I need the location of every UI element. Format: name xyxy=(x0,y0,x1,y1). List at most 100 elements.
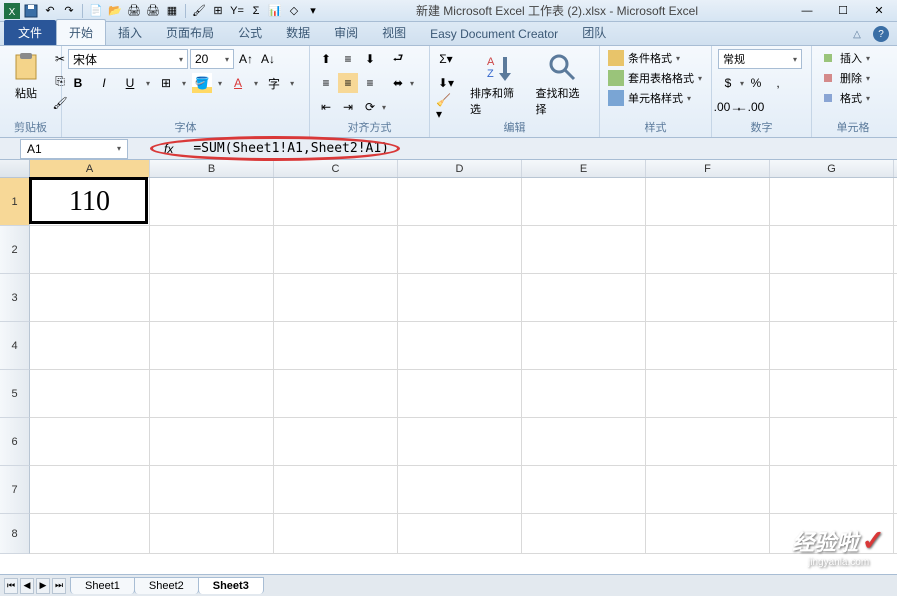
pivot-icon[interactable]: ⊞ xyxy=(210,3,226,19)
select-all-corner[interactable] xyxy=(0,160,30,177)
underline-button[interactable]: U xyxy=(120,73,140,93)
open-icon[interactable]: 📂 xyxy=(107,3,123,19)
cell-C1[interactable] xyxy=(274,178,398,225)
cell-C4[interactable] xyxy=(274,322,398,369)
font-size-select[interactable]: 20▾ xyxy=(190,49,234,69)
row-header-7[interactable]: 7 xyxy=(0,466,30,514)
minimize-ribbon-icon[interactable]: △ xyxy=(849,26,865,42)
col-header-G[interactable]: G xyxy=(770,160,894,177)
formula-input[interactable]: =SUM(Sheet1!A1,Sheet2!A1) xyxy=(185,139,897,158)
cell-D2[interactable] xyxy=(398,226,522,273)
cell-A2[interactable] xyxy=(30,226,150,273)
cell-E3[interactable] xyxy=(522,274,646,321)
more-icon[interactable]: ▾ xyxy=(305,3,321,19)
minimize-button[interactable]: — xyxy=(793,2,821,20)
align-right-icon[interactable]: ≡ xyxy=(360,73,380,93)
cell-E5[interactable] xyxy=(522,370,646,417)
merge-icon[interactable]: ⬌ xyxy=(388,73,408,93)
format-cells-button[interactable]: 格式▾ xyxy=(818,89,872,107)
cell-D1[interactable] xyxy=(398,178,522,225)
print-preview-icon[interactable]: 🖨 xyxy=(126,3,142,19)
fill-icon[interactable]: ⬇▾ xyxy=(436,73,456,93)
paste-button[interactable]: 粘贴 xyxy=(6,49,46,103)
cell-D5[interactable] xyxy=(398,370,522,417)
cell-D6[interactable] xyxy=(398,418,522,465)
cell-G5[interactable] xyxy=(770,370,894,417)
number-format-select[interactable]: 常规▾ xyxy=(718,49,802,69)
chart-icon[interactable]: 📊 xyxy=(267,3,283,19)
shapes-icon[interactable]: ◇ xyxy=(286,3,302,19)
undo-icon[interactable]: ↶ xyxy=(42,3,58,19)
decimal-dec-icon[interactable]: ←.00 xyxy=(740,97,760,117)
cell-G3[interactable] xyxy=(770,274,894,321)
name-box[interactable]: A1▾ xyxy=(20,139,128,159)
fx-icon[interactable]: fx xyxy=(158,142,179,156)
align-center-icon[interactable]: ≡ xyxy=(338,73,358,93)
cell-C3[interactable] xyxy=(274,274,398,321)
sheet-tab-sheet1[interactable]: Sheet1 xyxy=(70,577,135,594)
row-header-4[interactable]: 4 xyxy=(0,322,30,370)
table-icon[interactable]: ▦ xyxy=(164,3,180,19)
cell-style-button[interactable]: 单元格样式▾ xyxy=(606,89,693,107)
cell-A6[interactable] xyxy=(30,418,150,465)
align-left-icon[interactable]: ≡ xyxy=(316,73,336,93)
cell-F7[interactable] xyxy=(646,466,770,513)
row-header-1[interactable]: 1 xyxy=(0,178,30,226)
autosum-icon[interactable]: Σ▾ xyxy=(436,49,456,69)
cell-G4[interactable] xyxy=(770,322,894,369)
cell-F8[interactable] xyxy=(646,514,770,553)
row-header-5[interactable]: 5 xyxy=(0,370,30,418)
tab-review[interactable]: 审阅 xyxy=(322,20,370,45)
cell-D3[interactable] xyxy=(398,274,522,321)
cell-G7[interactable] xyxy=(770,466,894,513)
bold-button[interactable]: B xyxy=(68,73,88,93)
redo-icon[interactable]: ↷ xyxy=(61,3,77,19)
cell-E8[interactable] xyxy=(522,514,646,553)
cell-C8[interactable] xyxy=(274,514,398,553)
cell-B5[interactable] xyxy=(150,370,274,417)
cell-F4[interactable] xyxy=(646,322,770,369)
quick-print-icon[interactable]: 🖨 xyxy=(145,3,161,19)
cell-A5[interactable] xyxy=(30,370,150,417)
cell-F6[interactable] xyxy=(646,418,770,465)
cell-D8[interactable] xyxy=(398,514,522,553)
table-format-button[interactable]: 套用表格格式▾ xyxy=(606,69,704,87)
decrease-font-icon[interactable]: A↓ xyxy=(258,49,278,69)
font-color-button[interactable]: A xyxy=(228,73,248,93)
cell-B3[interactable] xyxy=(150,274,274,321)
row-header-3[interactable]: 3 xyxy=(0,274,30,322)
sheet-nav-next-icon[interactable]: ▶ xyxy=(36,578,50,594)
currency-icon[interactable]: $ xyxy=(718,73,738,93)
cell-E7[interactable] xyxy=(522,466,646,513)
cell-D7[interactable] xyxy=(398,466,522,513)
tab-team[interactable]: 团队 xyxy=(570,20,618,45)
row-header-8[interactable]: 8 xyxy=(0,514,30,554)
cell-A3[interactable] xyxy=(30,274,150,321)
font-name-select[interactable]: 宋体▾ xyxy=(68,49,188,69)
cell-E1[interactable] xyxy=(522,178,646,225)
close-button[interactable]: ✕ xyxy=(865,2,893,20)
comma-icon[interactable]: , xyxy=(768,73,788,93)
row-header-2[interactable]: 2 xyxy=(0,226,30,274)
sheet-nav-prev-icon[interactable]: ◀ xyxy=(20,578,34,594)
col-header-A[interactable]: A xyxy=(30,160,150,177)
cell-F5[interactable] xyxy=(646,370,770,417)
cell-B4[interactable] xyxy=(150,322,274,369)
orientation-icon[interactable]: ⟳ xyxy=(360,97,380,117)
cell-G1[interactable] xyxy=(770,178,894,225)
cell-F1[interactable] xyxy=(646,178,770,225)
cell-C5[interactable] xyxy=(274,370,398,417)
col-header-E[interactable]: E xyxy=(522,160,646,177)
cell-B7[interactable] xyxy=(150,466,274,513)
maximize-button[interactable]: ☐ xyxy=(829,2,857,20)
cell-A1[interactable]: 110 xyxy=(30,178,150,225)
increase-font-icon[interactable]: A↑ xyxy=(236,49,256,69)
sigma-icon[interactable]: Σ xyxy=(248,3,264,19)
border-button[interactable]: ⊞ xyxy=(156,73,176,93)
delete-cells-button[interactable]: 删除▾ xyxy=(818,69,872,87)
sort-filter-button[interactable]: AZ 排序和筛选 xyxy=(466,49,528,119)
cell-E4[interactable] xyxy=(522,322,646,369)
find-select-button[interactable]: 查找和选择 xyxy=(532,49,594,119)
sheet-nav-last-icon[interactable]: ⏭ xyxy=(52,578,66,594)
new-icon[interactable]: 📄 xyxy=(88,3,104,19)
